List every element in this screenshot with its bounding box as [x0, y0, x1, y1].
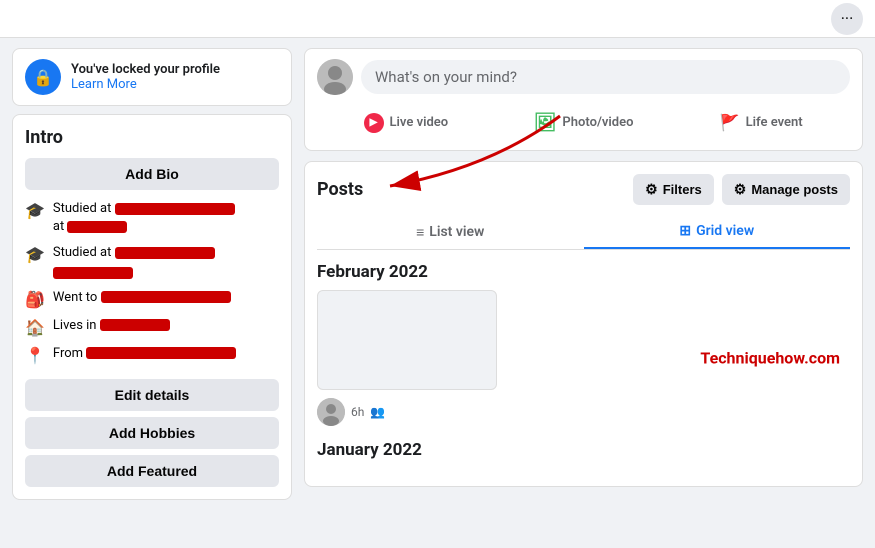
learn-more-link[interactable]: Learn More — [71, 77, 220, 92]
add-bio-button[interactable]: Add Bio — [25, 158, 279, 190]
live-video-action[interactable]: ▶ Live video — [317, 105, 495, 140]
friends-icon: 👥 — [370, 405, 385, 419]
photo-video-label: Photo/video — [562, 115, 633, 130]
intro-item-study1: 🎓 Studied at at — [25, 200, 279, 236]
life-event-icon: 🚩 — [720, 113, 740, 132]
watermark: Techniquehow.com — [700, 349, 840, 368]
intro-item-school: 🎒 Went to — [25, 289, 279, 309]
intro-item-lives: 🏠 Lives in — [25, 317, 279, 337]
more-options-button[interactable]: ··· — [831, 3, 863, 35]
lock-avatar: 🔒 — [25, 59, 61, 95]
view-tabs: ≡ List view ⊞ Grid view — [317, 215, 850, 250]
post-time: 6h — [351, 405, 364, 419]
list-view-icon: ≡ — [416, 224, 424, 241]
manage-posts-icon: ⚙ — [734, 181, 747, 198]
edit-details-button[interactable]: Edit details — [25, 379, 279, 411]
location-icon: 📍 — [25, 346, 45, 365]
right-content: What's on your mind? ▶ Live video 🖼 Phot… — [304, 48, 863, 500]
post-meta: 6h 👥 — [317, 398, 850, 426]
intro-title: Intro — [25, 127, 279, 148]
manage-posts-label: Manage posts — [751, 182, 838, 197]
life-event-label: Life event — [746, 115, 803, 130]
main-content-area: 🔒 You've locked your profile Learn More … — [0, 38, 875, 510]
user-avatar — [317, 59, 353, 95]
life-event-action[interactable]: 🚩 Life event — [672, 105, 850, 140]
intro-item-study2: 🎓 Studied at — [25, 244, 279, 280]
list-view-label: List view — [429, 224, 484, 240]
graduation-icon-1: 🎓 — [25, 201, 45, 220]
create-post-card: What's on your mind? ▶ Live video 🖼 Phot… — [304, 48, 863, 151]
grid-view-tab[interactable]: ⊞ Grid view — [584, 215, 851, 249]
january-2022-label: January 2022 — [317, 440, 850, 460]
posts-header-actions: ⚙ Filters ⚙ Manage posts — [633, 174, 850, 205]
intro-text-school: Went to — [53, 289, 231, 307]
intro-text-study1: Studied at at — [53, 200, 235, 236]
add-featured-button[interactable]: Add Featured — [25, 455, 279, 487]
february-2022-section: February 2022 6h 👥 — [317, 262, 850, 426]
whats-on-mind-input[interactable]: What's on your mind? — [361, 60, 850, 94]
post-avatar — [317, 398, 345, 426]
manage-posts-button[interactable]: ⚙ Manage posts — [722, 174, 850, 205]
create-post-actions: ▶ Live video 🖼 Photo/video 🚩 Life event — [317, 105, 850, 140]
posts-header: Posts ⚙ Filters ⚙ Manage posts — [317, 174, 850, 205]
locked-title: You've locked your profile — [71, 62, 220, 77]
january-2022-section: January 2022 — [317, 440, 850, 460]
intro-text-lives: Lives in — [53, 317, 170, 335]
home-icon: 🏠 — [25, 318, 45, 337]
photo-video-icon: 🖼 — [534, 112, 557, 133]
filters-icon: ⚙ — [645, 181, 658, 198]
filters-button[interactable]: ⚙ Filters — [633, 174, 714, 205]
intro-item-from: 📍 From — [25, 345, 279, 365]
add-hobbies-button[interactable]: Add Hobbies — [25, 417, 279, 449]
photo-video-action[interactable]: 🖼 Photo/video — [495, 105, 673, 140]
live-video-label: Live video — [390, 115, 449, 130]
grid-view-icon: ⊞ — [679, 223, 691, 239]
intro-text-from: From — [53, 345, 236, 363]
create-post-top: What's on your mind? — [317, 59, 850, 95]
live-video-icon: ▶ — [364, 113, 384, 133]
locked-profile-card: 🔒 You've locked your profile Learn More — [12, 48, 292, 106]
three-dots-icon: ··· — [841, 9, 854, 28]
left-sidebar: 🔒 You've locked your profile Learn More … — [12, 48, 292, 500]
intro-section: Intro Add Bio 🎓 Studied at at 🎓 Stu — [12, 114, 292, 500]
graduation-icon-2: 🎓 — [25, 245, 45, 264]
grid-view-label: Grid view — [696, 223, 754, 239]
february-2022-label: February 2022 — [317, 262, 850, 282]
intro-text-study2: Studied at — [53, 244, 215, 280]
posts-title: Posts — [317, 179, 363, 200]
filters-label: Filters — [663, 182, 702, 197]
locked-text-block: You've locked your profile Learn More — [71, 62, 220, 92]
posts-card: Posts ⚙ Filters ⚙ Manage posts — [304, 161, 863, 487]
school-icon: 🎒 — [25, 290, 45, 309]
list-view-tab[interactable]: ≡ List view — [317, 215, 584, 249]
top-navigation-bar: ··· — [0, 0, 875, 38]
post-preview-box — [317, 290, 497, 390]
